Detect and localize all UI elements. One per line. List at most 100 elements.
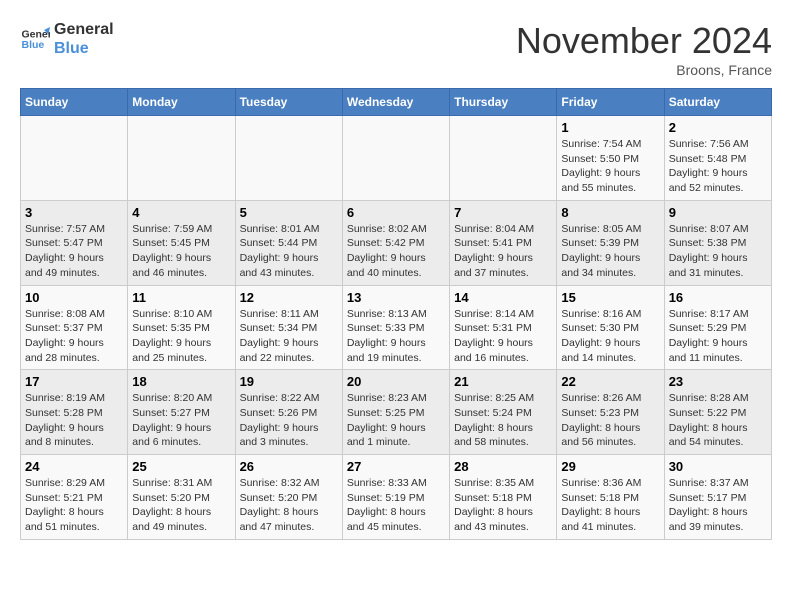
day-number: 10 — [25, 290, 123, 305]
calendar-cell: 28 Sunrise: 8:35 AMSunset: 5:18 PMDayligh… — [450, 455, 557, 540]
day-info: Sunrise: 8:05 AMSunset: 5:39 PMDaylight:… — [561, 222, 659, 281]
logo-general: General — [54, 20, 114, 39]
day-number: 26 — [240, 459, 338, 474]
day-info: Sunrise: 8:16 AMSunset: 5:30 PMDaylight:… — [561, 307, 659, 366]
day-number: 7 — [454, 205, 552, 220]
day-info: Sunrise: 8:35 AMSunset: 5:18 PMDaylight:… — [454, 476, 552, 535]
day-number: 28 — [454, 459, 552, 474]
calendar-cell: 22 Sunrise: 8:26 AMSunset: 5:23 PMDayligh… — [557, 370, 664, 455]
day-info: Sunrise: 7:56 AMSunset: 5:48 PMDaylight:… — [669, 137, 767, 196]
day-info: Sunrise: 8:19 AMSunset: 5:28 PMDaylight:… — [25, 391, 123, 450]
day-info: Sunrise: 8:11 AMSunset: 5:34 PMDaylight:… — [240, 307, 338, 366]
calendar-cell — [235, 116, 342, 201]
day-number: 8 — [561, 205, 659, 220]
day-info: Sunrise: 8:25 AMSunset: 5:24 PMDaylight:… — [454, 391, 552, 450]
logo-icon: General Blue — [20, 24, 50, 54]
weekday-header: Monday — [128, 89, 235, 116]
day-info: Sunrise: 8:36 AMSunset: 5:18 PMDaylight:… — [561, 476, 659, 535]
day-info: Sunrise: 8:33 AMSunset: 5:19 PMDaylight:… — [347, 476, 445, 535]
day-number: 11 — [132, 290, 230, 305]
weekday-header: Wednesday — [342, 89, 449, 116]
calendar-cell: 23 Sunrise: 8:28 AMSunset: 5:22 PMDayligh… — [664, 370, 771, 455]
day-number: 17 — [25, 374, 123, 389]
day-number: 4 — [132, 205, 230, 220]
calendar-cell: 6Sunrise: 8:02 AMSunset: 5:42 PMDaylight… — [342, 200, 449, 285]
day-number: 5 — [240, 205, 338, 220]
day-number: 9 — [669, 205, 767, 220]
calendar-cell — [450, 116, 557, 201]
day-number: 29 — [561, 459, 659, 474]
day-number: 16 — [669, 290, 767, 305]
calendar-cell: 24Sunrise: 8:29 AMSunset: 5:21 PMDayligh… — [21, 455, 128, 540]
page-header: General Blue General Blue November 2024 … — [20, 20, 772, 78]
calendar-cell: 3 Sunrise: 7:57 AMSunset: 5:47 PMDaylight… — [21, 200, 128, 285]
day-number: 15 — [561, 290, 659, 305]
day-number: 27 — [347, 459, 445, 474]
day-info: Sunrise: 8:04 AMSunset: 5:41 PMDaylight:… — [454, 222, 552, 281]
title-block: November 2024 Broons, France — [516, 20, 772, 78]
location: Broons, France — [516, 62, 772, 78]
calendar-cell: 2 Sunrise: 7:56 AMSunset: 5:48 PMDaylight… — [664, 116, 771, 201]
calendar-cell: 5 Sunrise: 8:01 AMSunset: 5:44 PMDaylight… — [235, 200, 342, 285]
calendar-cell: 25 Sunrise: 8:31 AMSunset: 5:20 PMDayligh… — [128, 455, 235, 540]
day-info: Sunrise: 8:32 AMSunset: 5:20 PMDaylight:… — [240, 476, 338, 535]
weekday-header: Thursday — [450, 89, 557, 116]
calendar-cell: 26 Sunrise: 8:32 AMSunset: 5:20 PMDayligh… — [235, 455, 342, 540]
day-number: 6 — [347, 205, 445, 220]
calendar-header: SundayMondayTuesdayWednesdayThursdayFrid… — [21, 89, 772, 116]
day-info: Sunrise: 8:28 AMSunset: 5:22 PMDaylight:… — [669, 391, 767, 450]
calendar-cell: 13Sunrise: 8:13 AMSunset: 5:33 PMDayligh… — [342, 285, 449, 370]
weekday-header: Tuesday — [235, 89, 342, 116]
calendar-cell: 10Sunrise: 8:08 AMSunset: 5:37 PMDayligh… — [21, 285, 128, 370]
calendar-cell: 7 Sunrise: 8:04 AMSunset: 5:41 PMDaylight… — [450, 200, 557, 285]
day-info: Sunrise: 7:59 AMSunset: 5:45 PMDaylight:… — [132, 222, 230, 281]
calendar-cell: 4 Sunrise: 7:59 AMSunset: 5:45 PMDaylight… — [128, 200, 235, 285]
day-number: 18 — [132, 374, 230, 389]
calendar-body: 1Sunrise: 7:54 AMSunset: 5:50 PMDaylight… — [21, 116, 772, 540]
day-info: Sunrise: 8:14 AMSunset: 5:31 PMDaylight:… — [454, 307, 552, 366]
day-number: 14 — [454, 290, 552, 305]
calendar-cell — [21, 116, 128, 201]
calendar-week-row: 1Sunrise: 7:54 AMSunset: 5:50 PMDaylight… — [21, 116, 772, 201]
calendar-week-row: 10Sunrise: 8:08 AMSunset: 5:37 PMDayligh… — [21, 285, 772, 370]
calendar-cell: 17 Sunrise: 8:19 AMSunset: 5:28 PMDayligh… — [21, 370, 128, 455]
day-number: 23 — [669, 374, 767, 389]
calendar-cell: 12 Sunrise: 8:11 AMSunset: 5:34 PMDayligh… — [235, 285, 342, 370]
logo-blue: Blue — [54, 39, 114, 58]
calendar-cell: 29 Sunrise: 8:36 AMSunset: 5:18 PMDayligh… — [557, 455, 664, 540]
calendar-cell: 8 Sunrise: 8:05 AMSunset: 5:39 PMDaylight… — [557, 200, 664, 285]
day-number: 22 — [561, 374, 659, 389]
day-number: 25 — [132, 459, 230, 474]
day-info: Sunrise: 8:17 AMSunset: 5:29 PMDaylight:… — [669, 307, 767, 366]
day-number: 21 — [454, 374, 552, 389]
day-info: Sunrise: 8:23 AMSunset: 5:25 PMDaylight:… — [347, 391, 445, 450]
day-info: Sunrise: 8:07 AMSunset: 5:38 PMDaylight:… — [669, 222, 767, 281]
day-number: 13 — [347, 290, 445, 305]
month-title: November 2024 — [516, 20, 772, 62]
day-info: Sunrise: 8:26 AMSunset: 5:23 PMDaylight:… — [561, 391, 659, 450]
day-info: Sunrise: 7:57 AMSunset: 5:47 PMDaylight:… — [25, 222, 123, 281]
day-info: Sunrise: 8:20 AMSunset: 5:27 PMDaylight:… — [132, 391, 230, 450]
calendar-cell: 21 Sunrise: 8:25 AMSunset: 5:24 PMDayligh… — [450, 370, 557, 455]
calendar-cell — [342, 116, 449, 201]
day-info: Sunrise: 8:31 AMSunset: 5:20 PMDaylight:… — [132, 476, 230, 535]
day-number: 2 — [669, 120, 767, 135]
logo: General Blue General Blue — [20, 20, 114, 58]
calendar-cell: 15 Sunrise: 8:16 AMSunset: 5:30 PMDayligh… — [557, 285, 664, 370]
calendar-cell: 16 Sunrise: 8:17 AMSunset: 5:29 PMDayligh… — [664, 285, 771, 370]
svg-text:Blue: Blue — [22, 39, 45, 51]
day-number: 30 — [669, 459, 767, 474]
calendar-week-row: 3 Sunrise: 7:57 AMSunset: 5:47 PMDaylight… — [21, 200, 772, 285]
day-number: 19 — [240, 374, 338, 389]
day-info: Sunrise: 8:10 AMSunset: 5:35 PMDaylight:… — [132, 307, 230, 366]
calendar-cell: 19Sunrise: 8:22 AMSunset: 5:26 PMDayligh… — [235, 370, 342, 455]
weekday-header: Saturday — [664, 89, 771, 116]
calendar-cell: 18 Sunrise: 8:20 AMSunset: 5:27 PMDayligh… — [128, 370, 235, 455]
day-number: 1 — [561, 120, 659, 135]
weekday-header: Sunday — [21, 89, 128, 116]
weekday-row: SundayMondayTuesdayWednesdayThursdayFrid… — [21, 89, 772, 116]
day-info: Sunrise: 8:01 AMSunset: 5:44 PMDaylight:… — [240, 222, 338, 281]
day-number: 12 — [240, 290, 338, 305]
day-info: Sunrise: 8:37 AMSunset: 5:17 PMDaylight:… — [669, 476, 767, 535]
day-number: 3 — [25, 205, 123, 220]
